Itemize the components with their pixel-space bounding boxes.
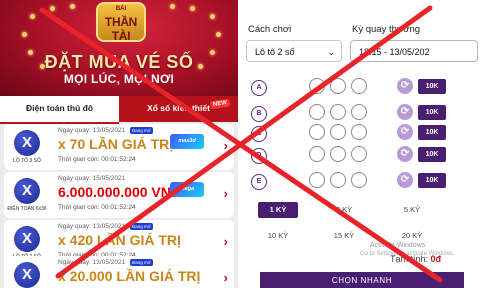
play-type-select[interactable]: Lô tô 2 số ⌄ xyxy=(246,40,342,62)
refresh-icon[interactable]: ⟳ xyxy=(397,146,413,162)
card-live-badge: Đang mở xyxy=(130,259,153,266)
left-phone-screen: BÁI THẦN TÀI ĐẶT MUA VÉ SỐ MỌI LÚC, MỌI … xyxy=(0,0,238,288)
card-draw-date: Ngày quay: 13/05/2021 xyxy=(58,127,126,134)
refresh-icon[interactable]: ⟳ xyxy=(397,124,413,140)
period-option[interactable]: 10 KỲ xyxy=(258,228,298,244)
right-phone-screen: Cách chơi Kỳ quay thưởng Lô tô 2 số ⌄ 18… xyxy=(242,0,480,288)
number-ball-slot[interactable] xyxy=(351,146,367,162)
row-letter[interactable]: D xyxy=(251,148,267,164)
banner-light xyxy=(30,14,35,19)
banner-light xyxy=(170,4,175,9)
banner-light xyxy=(190,6,195,11)
logo-big-text: THẦN TÀI xyxy=(104,15,138,43)
draw-period-label: Kỳ quay thưởng xyxy=(352,24,421,35)
chevron-right-icon: › xyxy=(223,234,228,249)
banner-light xyxy=(70,4,75,9)
card-draw-date: Ngày quay: 13/05/2021 xyxy=(58,259,126,266)
row-price: 10K xyxy=(418,79,446,94)
number-ball-slot[interactable] xyxy=(309,146,325,162)
lottery-card-6x36[interactable]: X ĐIỆN TOÁN 6x36 Ngày quay: 15/05/2021 6… xyxy=(4,172,234,218)
number-ball-slot[interactable] xyxy=(351,172,367,188)
number-ball-slot[interactable] xyxy=(351,78,367,94)
tab-dien-toan[interactable]: Điện toán thủ đô xyxy=(0,96,119,124)
game-logo: mega xyxy=(170,182,204,197)
card-draw-date: Ngày quay: 13/05/2021 xyxy=(58,223,126,230)
period-option[interactable]: 15 KỲ xyxy=(324,228,364,244)
number-ball-slot[interactable] xyxy=(309,78,325,94)
row-price: 10K xyxy=(418,173,446,188)
banner-subtitle: MỌI LÚC, MỌI NƠI xyxy=(63,72,175,86)
row-price: 10K xyxy=(418,125,446,140)
period-option[interactable]: 2 KỲ xyxy=(324,202,364,218)
refresh-icon[interactable]: ⟳ xyxy=(397,78,413,94)
number-ball-slot[interactable] xyxy=(330,104,346,120)
number-ball-slot[interactable] xyxy=(330,172,346,188)
row-letter[interactable]: C xyxy=(251,126,267,142)
play-type-value: Lô tô 2 số xyxy=(255,47,295,57)
number-ball-slot[interactable] xyxy=(330,124,346,140)
game-logo: max3d xyxy=(170,134,204,149)
card-live-badge: Đang mở xyxy=(130,223,153,230)
chevron-right-icon: › xyxy=(223,186,228,201)
card-icon-label: LÔ TÔ 3 SỐ xyxy=(13,158,41,164)
banner-light xyxy=(22,32,27,37)
card-prize: x 420 LẦN GIÁ TRỊ xyxy=(58,232,181,248)
lottery-card-loto-4[interactable]: X Ngày quay: 13/05/2021 Đang mở x 20.000… xyxy=(4,256,234,288)
draw-period-select[interactable]: 18:15 - 13/05/202 xyxy=(350,40,478,62)
lottery-ball-icon: X xyxy=(14,178,40,204)
promo-banner: BÁI THẦN TÀI ĐẶT MUA VÉ SỐ MỌI LÚC, MỌI … xyxy=(0,0,238,96)
card-prize: x 70 LẦN GIÁ TRỊ xyxy=(58,136,174,152)
lottery-ball-icon: X xyxy=(14,262,40,288)
subtotal-label: Tạm tính: xyxy=(390,254,429,264)
card-icon-label: ĐIỆN TOÁN 6x36 xyxy=(7,206,47,212)
number-ball-slot[interactable] xyxy=(309,104,325,120)
number-ball-slot[interactable] xyxy=(309,124,325,140)
banner-light xyxy=(210,14,215,19)
number-ball-slot[interactable] xyxy=(351,124,367,140)
row-letter[interactable]: A xyxy=(251,80,267,96)
number-ball-slot[interactable] xyxy=(309,172,325,188)
card-live-badge: Đang mở xyxy=(130,127,153,134)
than-tai-logo: BÁI THẦN TÀI xyxy=(96,2,146,43)
refresh-icon[interactable]: ⟳ xyxy=(397,104,413,120)
subtotal-value: 0đ xyxy=(430,254,442,264)
card-draw-date: Ngày quay: 15/05/2021 xyxy=(58,175,126,182)
period-option[interactable]: 5 KỲ xyxy=(392,202,432,218)
chevron-right-icon: › xyxy=(223,270,228,285)
quick-pick-button[interactable]: CHỌN NHANH xyxy=(260,272,464,288)
refresh-icon[interactable]: ⟳ xyxy=(397,172,413,188)
subtotal: Tạm tính: 0đ xyxy=(390,254,441,264)
number-ball-slot[interactable] xyxy=(351,104,367,120)
category-tabs: Điện toán thủ đô Xổ số kiến thiết NEW xyxy=(0,96,238,124)
draw-period-value: 18:15 - 13/05/202 xyxy=(359,47,430,57)
windows-watermark: Activate Windows xyxy=(370,242,426,249)
number-ball-slot[interactable] xyxy=(330,78,346,94)
card-countdown: Thời gian còn: 00:01:52:24 xyxy=(58,156,136,163)
logo-small-text: BÁI xyxy=(115,6,127,12)
banner-title: ĐẶT MUA VÉ SỐ xyxy=(44,52,194,72)
lottery-ball-icon: X xyxy=(14,226,40,252)
row-price: 10K xyxy=(418,147,446,162)
chevron-right-icon: › xyxy=(223,138,228,153)
period-option[interactable]: 1 KỲ xyxy=(258,202,298,218)
chevron-down-icon: ⌄ xyxy=(327,47,335,57)
card-prize: 6.000.000.000 VNĐ xyxy=(58,184,181,200)
row-letter[interactable]: B xyxy=(251,106,267,122)
card-countdown: Thời gian còn: 00:01:52:24 xyxy=(58,204,136,211)
banner-light xyxy=(50,6,55,11)
row-letter[interactable]: E xyxy=(251,174,267,190)
lottery-card-loto-3[interactable]: X LÔ TÔ 3 SỐ Ngày quay: 13/05/2021 Đang … xyxy=(4,124,234,170)
row-price: 10K xyxy=(418,105,446,120)
lottery-ball-icon: X xyxy=(14,130,40,156)
banner-light xyxy=(216,32,221,37)
number-ball-slot[interactable] xyxy=(330,146,346,162)
card-prize: x 20.000 LẦN GIÁ TRỊ xyxy=(58,268,201,284)
play-type-label: Cách chơi xyxy=(248,24,292,35)
